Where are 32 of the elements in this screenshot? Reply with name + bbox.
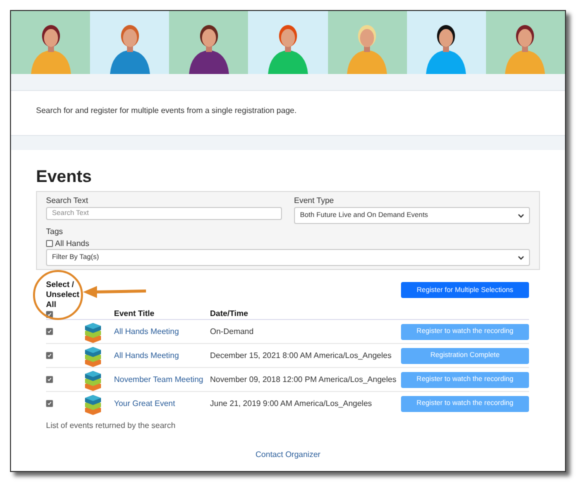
table-caption: List of events returned by the search xyxy=(46,421,176,430)
checkbox[interactable] xyxy=(46,240,53,247)
select-all-label: Select / Unselect All xyxy=(46,280,80,310)
description-text: Search for and register for multiple events from a single registration page. xyxy=(35,105,298,117)
event-datetime: November 09, 2018 12:00 PM America/Los_Angeles xyxy=(210,375,398,384)
checkbox[interactable] xyxy=(46,400,53,407)
checkbox[interactable] xyxy=(46,328,53,335)
layered-stack-icon xyxy=(84,392,102,414)
field-label: Event Type xyxy=(294,196,335,205)
chevron-down-icon xyxy=(518,214,524,218)
event-title-link[interactable]: All Hands Meeting xyxy=(114,351,210,360)
event-title-link[interactable]: Your Great Event xyxy=(114,399,210,408)
column-header: Event Title xyxy=(114,309,156,318)
event-datetime: On-Demand xyxy=(210,327,255,336)
event-datetime: December 15, 2021 8:00 AM America/Los_Angeles xyxy=(210,351,392,360)
event-title-link[interactable]: All Hands Meeting xyxy=(114,327,210,336)
events-heading: Events xyxy=(36,167,93,187)
callout-arrow xyxy=(83,286,146,298)
checkbox[interactable] xyxy=(46,376,53,383)
event-datetime: June 21, 2019 9:00 AM America/Los_Angeles xyxy=(210,399,373,408)
contact-organizer-link[interactable]: Contact Organizer xyxy=(256,450,320,459)
field-label: Search Text xyxy=(46,196,90,205)
field-label: Tags xyxy=(46,227,64,236)
column-header: Date/Time xyxy=(210,309,250,318)
checkbox-label: All Hands xyxy=(55,239,90,248)
layered-stack-icon xyxy=(84,344,102,366)
highlight-circle xyxy=(33,270,83,320)
checkbox[interactable] xyxy=(46,352,53,359)
layered-stack-icon xyxy=(84,320,102,342)
chevron-down-icon xyxy=(518,256,524,260)
layered-stack-icon xyxy=(84,368,102,390)
event-title-link[interactable]: November Team Meeting xyxy=(114,375,210,384)
